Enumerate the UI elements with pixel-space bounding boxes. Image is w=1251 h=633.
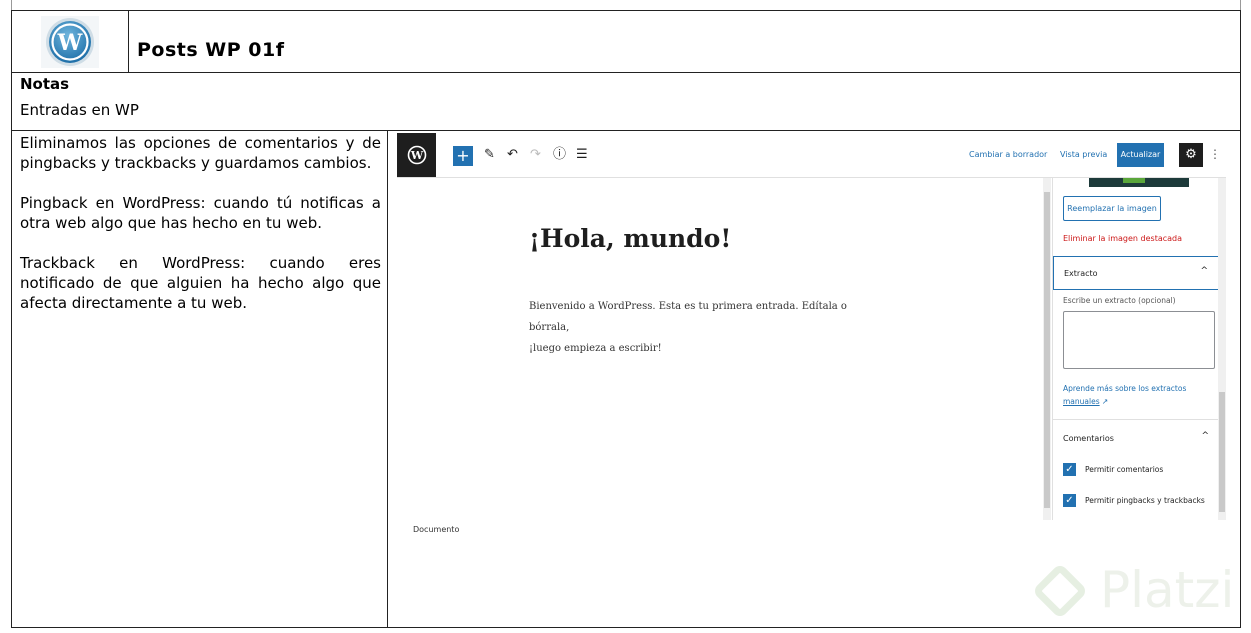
- sidebar-scroll-thumb[interactable]: [1219, 392, 1225, 512]
- undo-icon[interactable]: ↶: [507, 147, 518, 163]
- wordpress-logo: W: [12, 11, 129, 72]
- notes-text: Entradas en WP: [20, 101, 139, 119]
- redo-icon[interactable]: ↷: [530, 147, 541, 163]
- notes-label: Notas: [20, 75, 70, 93]
- learn-more-line-2: manuales: [1063, 397, 1100, 406]
- wordpress-logo-icon: W: [41, 15, 99, 68]
- svg-text:W: W: [409, 149, 423, 162]
- checkbox-checked-icon[interactable]: ✓: [1063, 494, 1076, 507]
- pencil-icon[interactable]: ✎: [484, 147, 495, 163]
- wp-home-button[interactable]: W: [397, 133, 436, 177]
- wp-toolbar: W + ✎ ↶ ↷ ⓘ ☰ Cambiar a borrador Vista p…: [397, 133, 1226, 178]
- post-body[interactable]: Bienvenido a WordPress. Esta es tu prime…: [529, 296, 889, 359]
- paragraph-3: Trackback en WordPress: cuando eres noti…: [20, 254, 381, 312]
- post-body-line-1: Bienvenido a WordPress. Esta es tu prime…: [529, 301, 847, 333]
- excerpt-panel-header[interactable]: Extracto ^: [1053, 256, 1219, 290]
- preview-link[interactable]: Vista previa: [1060, 150, 1107, 159]
- screenshot-column: W + ✎ ↶ ↷ ⓘ ☰ Cambiar a borrador Vista p…: [388, 131, 1240, 627]
- allow-pingbacks-label: Permitir pingbacks y trackbacks: [1085, 496, 1205, 505]
- editor-footer-breadcrumb: Documento: [413, 525, 460, 533]
- wp-editor: W + ✎ ↶ ↷ ⓘ ☰ Cambiar a borrador Vista p…: [397, 133, 1226, 533]
- document-table: W Posts WP 01f Notas Entradas en WP Elim…: [11, 10, 1241, 628]
- excerpt-hint: Escribe un extracto (opcional): [1063, 296, 1176, 305]
- post-body-line-2: ¡luego empieza a escribir!: [529, 343, 662, 354]
- update-button[interactable]: Actualizar: [1117, 143, 1164, 167]
- excerpt-textarea[interactable]: [1063, 311, 1215, 369]
- chevron-up-icon: ^: [1200, 266, 1208, 276]
- allow-comments-label: Permitir comentarios: [1085, 465, 1164, 474]
- remove-featured-image-link[interactable]: Eliminar la imagen destacada: [1063, 234, 1182, 243]
- header-row: W Posts WP 01f: [12, 11, 1240, 73]
- svg-text:W: W: [57, 30, 83, 56]
- explanation-column: Eliminamos las opciones de comentarios y…: [12, 131, 388, 627]
- info-icon[interactable]: ⓘ: [553, 147, 566, 163]
- settings-gear-icon[interactable]: ⚙: [1179, 143, 1203, 167]
- excerpt-panel-label: Extracto: [1064, 269, 1098, 278]
- replace-image-button[interactable]: Reemplazar la imagen: [1063, 196, 1161, 221]
- add-block-button[interactable]: +: [453, 146, 473, 166]
- sidebar-scrollbar[interactable]: [1218, 178, 1226, 520]
- comments-panel-label: Comentarios: [1063, 434, 1114, 443]
- notes-row: Notas Entradas en WP: [12, 73, 1240, 131]
- chevron-up-icon: ^: [1201, 431, 1209, 441]
- platzi-watermark: Platzi: [1031, 557, 1244, 625]
- page-edge: [11, 0, 1241, 10]
- watermark-text: Platzi: [1100, 561, 1235, 619]
- learn-more-line-1: Aprende más sobre los extractos: [1063, 384, 1187, 393]
- post-title[interactable]: ¡Hola, mundo!: [529, 224, 731, 253]
- external-link-icon: ↗: [1102, 397, 1109, 406]
- more-options-icon[interactable]: ⋮: [1209, 147, 1221, 161]
- checkbox-checked-icon[interactable]: ✓: [1063, 463, 1076, 476]
- document-title: Posts WP 01f: [137, 39, 285, 61]
- paragraph-1: Eliminamos las opciones de comentarios y…: [20, 134, 381, 172]
- learn-more-link[interactable]: Aprende más sobre los extractos manuales…: [1063, 382, 1213, 408]
- paragraph-2: Pingback en WordPress: cuando tú notific…: [20, 194, 381, 232]
- editor-canvas: ¡Hola, mundo! Bienvenido a WordPress. Es…: [397, 178, 1043, 533]
- platzi-logo-icon: [1031, 562, 1089, 620]
- featured-image-thumbnail[interactable]: [1089, 178, 1189, 187]
- canvas-scroll-thumb[interactable]: [1044, 192, 1050, 508]
- wp-logo-icon: W: [407, 145, 426, 165]
- switch-to-draft-link[interactable]: Cambiar a borrador: [969, 150, 1047, 159]
- settings-sidebar: Reemplazar la imagen Eliminar la imagen …: [1052, 178, 1219, 520]
- comments-panel-header[interactable]: Comentarios ^: [1053, 419, 1219, 453]
- canvas-scrollbar[interactable]: [1043, 178, 1051, 520]
- list-view-icon[interactable]: ☰: [576, 147, 588, 163]
